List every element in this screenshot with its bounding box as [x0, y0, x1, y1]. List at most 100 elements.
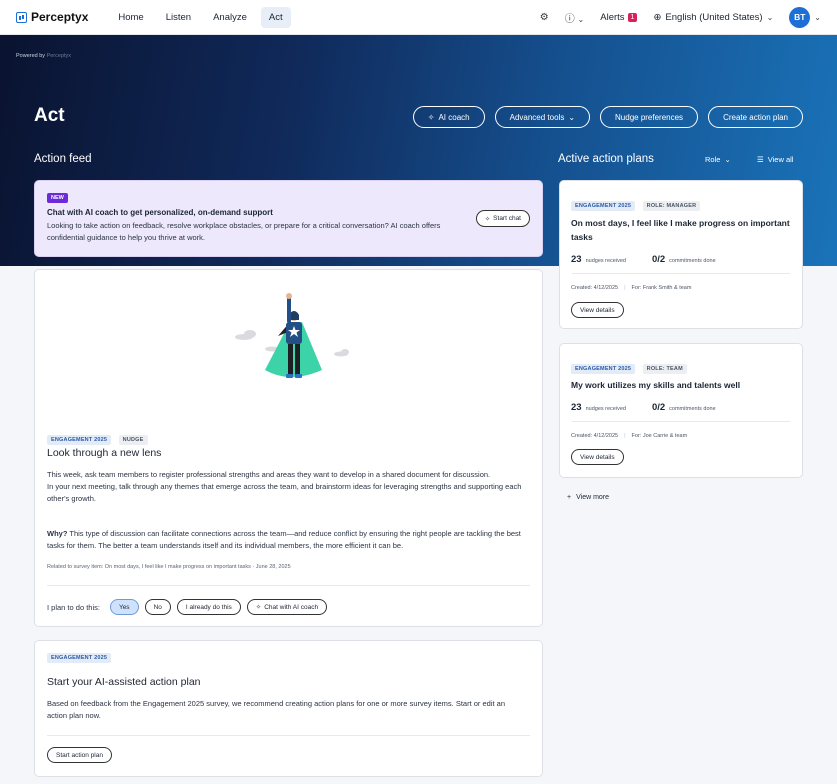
- page-title: Act: [34, 105, 65, 126]
- chevron-down-icon: ⌄: [577, 14, 585, 24]
- hero-actions: ✧ AI coach Advanced tools ⌄ Nudge preferen…: [412, 106, 803, 128]
- divider: [572, 273, 790, 274]
- plan-meta: Created: 4/12/2025 | For: Frank Smith & …: [571, 285, 691, 291]
- separator: |: [624, 433, 626, 439]
- advanced-tools-button[interactable]: Advanced tools ⌄: [494, 106, 591, 128]
- divider: [47, 585, 530, 586]
- chevron-down-icon: ⌄: [766, 12, 774, 22]
- divider: [47, 735, 530, 736]
- language-select[interactable]: ⊕ English (United States) ⌄: [653, 12, 773, 23]
- plan-label: I plan to do this:: [47, 602, 100, 612]
- nav-tab-listen[interactable]: Listen: [158, 7, 199, 28]
- commitments-label: commitments done: [669, 258, 716, 264]
- globe-icon: ⊕: [653, 11, 662, 23]
- chevron-down-icon: ⌄: [814, 12, 821, 22]
- role-filter[interactable]: Role ⌄: [705, 155, 731, 164]
- start-action-plan-button[interactable]: Start action plan: [47, 747, 112, 763]
- nav-tab-home[interactable]: Home: [110, 7, 151, 28]
- view-details-button[interactable]: View details: [571, 302, 624, 318]
- promo-title: Chat with AI coach to get personalized, …: [47, 208, 273, 217]
- sparkle-icon: ✧: [427, 112, 435, 122]
- view-details-button[interactable]: View details: [571, 449, 624, 465]
- why-text: This type of discussion can facilitate c…: [47, 529, 521, 550]
- alerts-button[interactable]: Alerts 1: [600, 12, 638, 23]
- chat-with-ai-coach-button[interactable]: ✧ Chat with AI coach: [246, 599, 328, 615]
- create-action-plan-button[interactable]: Create action plan: [708, 106, 803, 128]
- list-icon: ☰: [757, 155, 764, 164]
- yes-button[interactable]: Yes: [109, 599, 139, 615]
- view-all-link[interactable]: ☰ View all: [757, 155, 793, 164]
- nav-tab-act[interactable]: Act: [260, 6, 291, 28]
- brand-name: Perceptyx: [31, 10, 89, 24]
- commitments-label: commitments done: [669, 406, 716, 412]
- created-date: Created: 4/12/2025: [571, 433, 619, 439]
- nudge-title: Look through a new lens: [47, 447, 162, 459]
- no-button[interactable]: No: [144, 599, 171, 615]
- plan-chips: ENGAGEMENT 2025 ROLE: MANAGER: [571, 194, 703, 212]
- why-label: Why?: [47, 529, 68, 538]
- ai-coach-promo-card: NEW Chat with AI coach to get personaliz…: [34, 180, 543, 257]
- plan-owner: For: Joe Carrie & team: [631, 433, 688, 439]
- plan-title: On most days, I feel like I make progres…: [571, 218, 790, 242]
- action-plan-card: ENGAGEMENT 2025 ROLE: MANAGER On most da…: [559, 180, 803, 329]
- language-label: English (United States): [665, 11, 763, 23]
- type-chip: NUDGE: [118, 435, 148, 445]
- nudge-card: ENGAGEMENT 2025 NUDGE Look through a new…: [34, 269, 543, 627]
- gear-icon[interactable]: ⚙: [540, 12, 549, 23]
- new-badge: NEW: [47, 193, 68, 203]
- help-menu[interactable]: ⓘ ⌄: [565, 10, 584, 25]
- help-icon: ⓘ: [564, 13, 575, 25]
- view-all-label: View all: [767, 155, 794, 164]
- user-menu[interactable]: BT ⌄: [789, 6, 821, 28]
- powered-by-brand: Perceptyx: [46, 53, 72, 59]
- action-feed-heading: Action feed: [34, 153, 92, 165]
- survey-chip: ENGAGEMENT 2025: [47, 435, 112, 445]
- nudge-description: This week, ask team members to register …: [47, 469, 525, 505]
- related-date: June 28, 2025: [255, 564, 291, 570]
- ai-coach-label: AI coach: [438, 112, 470, 122]
- ai-plan-title: Start your AI-assisted action plan: [47, 676, 201, 688]
- role-chip: ROLE: TEAM: [642, 364, 687, 374]
- brand-logo[interactable]: Perceptyx: [16, 10, 88, 24]
- survey-chip: ENGAGEMENT 2025: [47, 653, 112, 663]
- plan-stats: 23 nudges received 0/2 commitments done: [571, 254, 738, 265]
- related-text: Related to survey item: On most days, I …: [47, 564, 251, 570]
- role-label: Role: [705, 155, 721, 164]
- top-nav: Perceptyx Home Listen Analyze Act ⚙ ⓘ ⌄ …: [0, 0, 837, 35]
- chevron-down-icon: ⌄: [724, 155, 731, 164]
- chevron-down-icon: ⌄: [568, 112, 576, 122]
- nudges-label: nudges received: [585, 406, 626, 412]
- commitments-count: 0/2: [651, 254, 666, 265]
- promo-body: Looking to take action on feedback, reso…: [47, 221, 441, 242]
- view-more-link[interactable]: + View more: [567, 494, 609, 501]
- view-more-label: View more: [576, 494, 610, 501]
- start-chat-button[interactable]: ✧ Start chat: [475, 210, 530, 227]
- already-do-this-button[interactable]: I already do this: [176, 599, 241, 615]
- advanced-tools-label: Advanced tools: [509, 112, 565, 122]
- nudge-paragraph: In your next meeting, talk through any t…: [47, 482, 522, 503]
- nudges-count: 23: [571, 254, 582, 265]
- nudges-count: 23: [571, 402, 582, 413]
- chat-label: Chat with AI coach: [264, 603, 319, 611]
- nudge-chips: ENGAGEMENT 2025 NUDGE: [47, 428, 151, 446]
- active-plans-heading: Active action plans: [558, 153, 654, 165]
- alerts-count-badge: 1: [627, 12, 638, 22]
- superhero-illustration: [235, 293, 349, 378]
- ai-coach-button[interactable]: ✧ AI coach: [412, 106, 485, 128]
- survey-chip: ENGAGEMENT 2025: [571, 201, 636, 211]
- nudge-preferences-button[interactable]: Nudge preferences: [600, 106, 699, 128]
- sparkle-icon: ✧: [255, 604, 262, 611]
- survey-chip: ENGAGEMENT 2025: [571, 364, 636, 374]
- nudge-why: Why? This type of discussion can facilit…: [47, 528, 525, 552]
- divider: [572, 421, 790, 422]
- related-survey-item: Related to survey item: On most days, I …: [47, 564, 291, 570]
- powered-by-label: Powered by: [16, 53, 46, 59]
- nudges-label: nudges received: [585, 258, 626, 264]
- action-plan-card: ENGAGEMENT 2025 ROLE: TEAM My work utili…: [559, 343, 803, 478]
- plan-chips: ENGAGEMENT 2025 ROLE: TEAM: [571, 357, 690, 375]
- role-chip: ROLE: MANAGER: [642, 201, 701, 211]
- created-date: Created: 4/12/2025: [571, 285, 619, 291]
- sparkle-icon: ✧: [484, 215, 491, 223]
- nav-tab-analyze[interactable]: Analyze: [205, 7, 255, 28]
- commitments-count: 0/2: [651, 402, 666, 413]
